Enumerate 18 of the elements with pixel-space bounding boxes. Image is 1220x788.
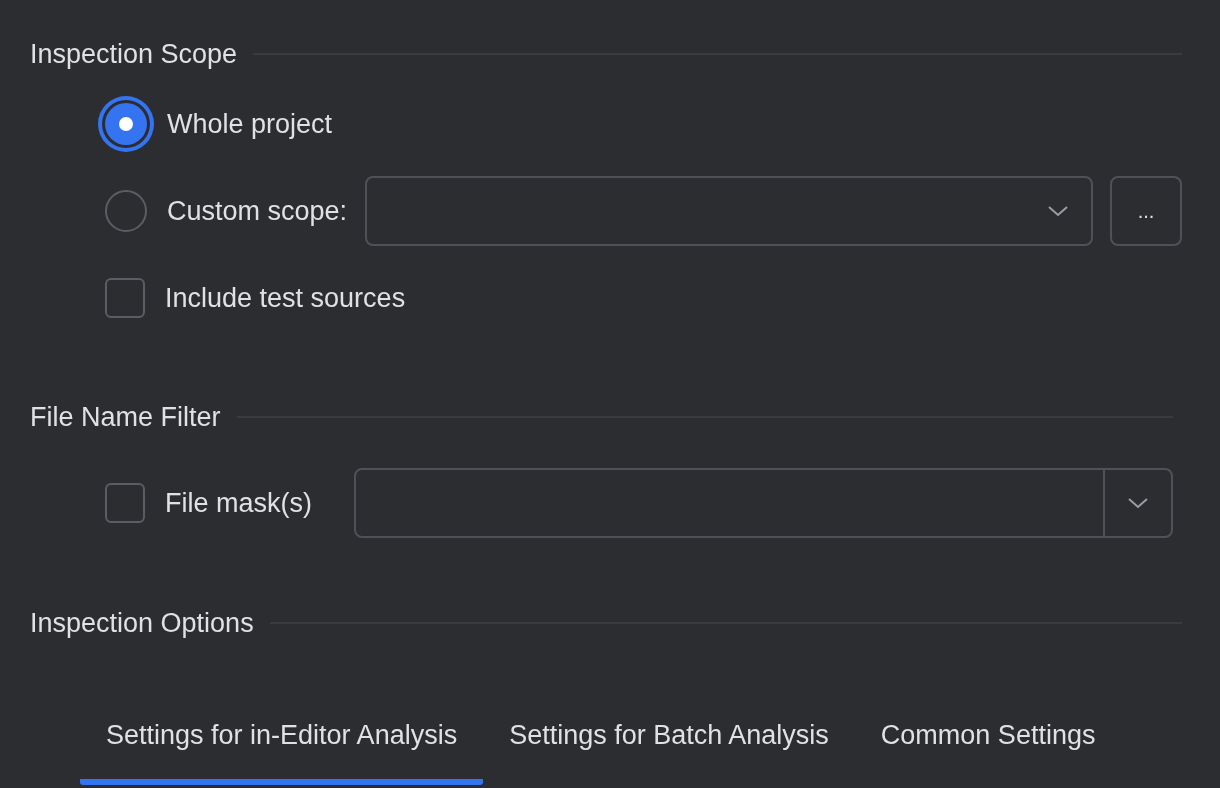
- radio-label: Whole project: [167, 108, 333, 140]
- chevron-down-icon: [1047, 205, 1069, 217]
- browse-button[interactable]: ...: [1110, 176, 1182, 246]
- radio-label: Custom scope:: [167, 195, 348, 227]
- file-mask-combo-box[interactable]: [354, 468, 1173, 538]
- tab[interactable]: Settings for Batch Analysis: [483, 691, 855, 785]
- checkbox-label: File mask(s): [165, 487, 312, 519]
- section-title: Inspection Options: [30, 607, 254, 639]
- checkbox-label: Include test sources: [165, 282, 406, 314]
- section-title: File Name Filter: [30, 401, 221, 433]
- section-title: Inspection Scope: [30, 38, 238, 70]
- checkbox[interactable]: [105, 483, 145, 523]
- tab[interactable]: Settings for in-Editor Analysis: [80, 691, 484, 785]
- checkbox[interactable]: [105, 278, 145, 318]
- tab[interactable]: Common Settings: [854, 691, 1122, 785]
- radio-button[interactable]: [105, 190, 147, 232]
- chevron-down-icon: [1127, 497, 1149, 509]
- scope-dropdown[interactable]: [365, 176, 1093, 246]
